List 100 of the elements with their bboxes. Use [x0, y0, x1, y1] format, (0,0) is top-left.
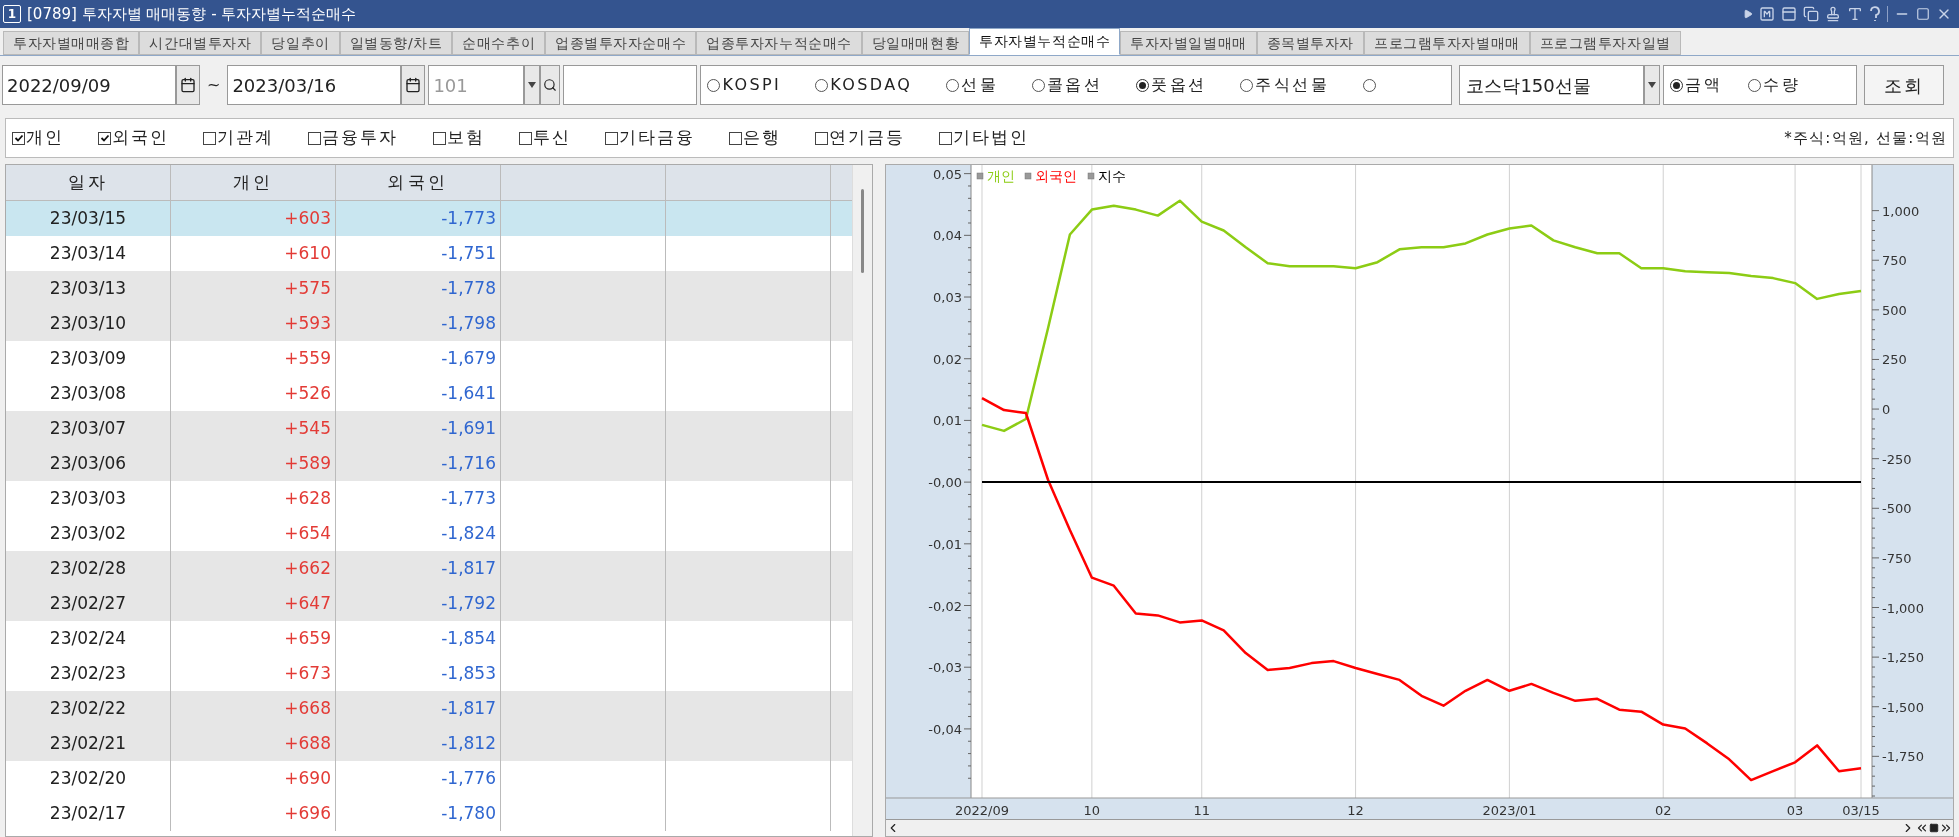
radio-button[interactable]: [1748, 78, 1762, 92]
axis-label: 0,01: [933, 413, 962, 429]
radio-button[interactable]: [946, 78, 960, 92]
checkbox-label[interactable]: 외국인: [112, 125, 170, 151]
radio-label[interactable]: KOSDAQ: [830, 73, 913, 97]
dropdown-button[interactable]: [524, 65, 541, 105]
tab[interactable]: 프로그램투자자일별: [1529, 31, 1681, 55]
calendar-icon[interactable]: [405, 77, 422, 93]
radio-label[interactable]: 선물: [961, 73, 999, 97]
copy-icon[interactable]: [1803, 6, 1819, 22]
radio-button[interactable]: [1363, 78, 1377, 92]
table-row[interactable]: 23/03/07 +545 -1,691: [6, 411, 852, 446]
fast-forward-icon[interactable]: [1939, 821, 1953, 835]
table-row[interactable]: 23/03/10 +593 -1,798: [6, 306, 852, 341]
caret-icon[interactable]: [1648, 82, 1657, 88]
tab[interactable]: 투자자별매매종합: [3, 31, 140, 55]
rewind-icon[interactable]: [1915, 821, 1929, 835]
dropdown-button[interactable]: [1644, 65, 1661, 105]
table-row[interactable]: 23/03/13 +575 -1,778: [6, 271, 852, 306]
radio-label[interactable]: KOSPI: [722, 73, 782, 97]
table-row[interactable]: 23/03/06 +589 -1,716: [6, 446, 852, 481]
checkbox-label[interactable]: 보험: [446, 125, 485, 151]
checkbox[interactable]: [203, 131, 217, 145]
column-header: 외국인: [336, 165, 501, 200]
play-icon[interactable]: [1743, 9, 1753, 19]
name-field[interactable]: [563, 65, 698, 105]
tab[interactable]: 종목별투자자: [1256, 31, 1365, 55]
calendar-button[interactable]: [176, 65, 200, 105]
table-row[interactable]: 23/02/28 +662 -1,817: [6, 551, 852, 586]
checkbox-label[interactable]: 개인: [26, 125, 65, 151]
checkbox-label[interactable]: 기타금융: [618, 125, 695, 151]
checkbox-label[interactable]: 금융투자: [322, 125, 399, 151]
tab[interactable]: 프로그램투자자별매매: [1364, 31, 1530, 55]
tab[interactable]: 당일추이: [261, 31, 340, 55]
stamp-icon[interactable]: [1825, 6, 1841, 22]
radio-button[interactable]: [1670, 78, 1684, 92]
query-button[interactable]: 조회: [1864, 65, 1945, 105]
checkbox[interactable]: [939, 131, 953, 145]
axis-label: 10: [1083, 803, 1101, 818]
radio-label[interactable]: 금액: [1685, 73, 1723, 97]
checkbox[interactable]: [728, 131, 742, 145]
axis-label: 0: [1882, 402, 1891, 418]
table-row[interactable]: 23/03/15 +603 -1,773: [6, 201, 852, 236]
checkbox[interactable]: [98, 131, 112, 145]
radio-button[interactable]: [1136, 78, 1150, 92]
help-icon[interactable]: [1869, 6, 1881, 22]
axis-label: 03: [1786, 803, 1804, 818]
checkbox[interactable]: [518, 131, 532, 145]
axis-label: 12: [1347, 803, 1364, 818]
checkbox[interactable]: [432, 131, 446, 145]
radio-button[interactable]: [815, 78, 829, 92]
tab[interactable]: 순매수추이: [452, 31, 546, 55]
checkbox-label[interactable]: 기타법인: [953, 125, 1030, 151]
search-icon[interactable]: [543, 78, 558, 92]
axis-label: -0,01: [928, 536, 962, 552]
radio-button[interactable]: [1240, 78, 1254, 92]
axis-label: 250: [1882, 352, 1907, 368]
radio-label[interactable]: 콜옵션: [1047, 73, 1103, 97]
axis-label: 1,000: [1882, 203, 1920, 219]
maximize-icon[interactable]: [1916, 7, 1930, 21]
stop-icon[interactable]: [1929, 823, 1939, 833]
checkbox-label[interactable]: 투신: [532, 125, 571, 151]
checkbox-label[interactable]: 은행: [742, 125, 781, 151]
product-select[interactable]: 코스닥150선물: [1459, 65, 1645, 105]
table-row[interactable]: 23/02/21 +688 -1,812: [6, 726, 852, 761]
horizontal-scrollbar[interactable]: [886, 819, 1953, 836]
table-cell: -1,780: [336, 796, 501, 831]
panel-icon[interactable]: [1781, 6, 1797, 22]
checkbox[interactable]: [814, 131, 828, 145]
calendar-icon[interactable]: [180, 77, 196, 93]
tab[interactable]: 투자자별일별매매: [1120, 31, 1257, 55]
end-date-field[interactable]: 2023/03/16: [227, 65, 402, 105]
tab[interactable]: 투자자별누적순매수: [969, 28, 1121, 55]
tab[interactable]: 일별동향/차트: [339, 31, 453, 55]
checkbox-label[interactable]: 연기금등: [828, 125, 906, 151]
window-title: [0789] 투자자별 매매동향 - 투자자별누적순매수: [27, 3, 357, 25]
font-icon[interactable]: [1847, 6, 1863, 22]
tab[interactable]: 당일매매현황: [861, 31, 970, 55]
axis-label: -750: [1882, 550, 1912, 566]
tab[interactable]: 시간대별투자자: [139, 31, 262, 55]
radio-button[interactable]: [707, 78, 721, 92]
memo-icon[interactable]: [1759, 6, 1775, 22]
search-button[interactable]: [540, 65, 561, 105]
checkbox[interactable]: [604, 131, 618, 145]
table-row[interactable]: 23/02/22 +668 -1,817: [6, 691, 852, 726]
tab[interactable]: 업종투자자누적순매수: [696, 31, 862, 55]
table-row[interactable]: 23/02/27 +647 -1,792: [6, 586, 852, 621]
checkbox-label[interactable]: 기관계: [217, 125, 275, 151]
checkbox[interactable]: [308, 131, 322, 145]
checkbox[interactable]: [12, 131, 25, 145]
axis-label: 0,04: [933, 228, 962, 244]
check-icon: [13, 133, 24, 143]
radio-label[interactable]: 수량: [1763, 73, 1801, 97]
radio-label[interactable]: 주식선물: [1255, 73, 1330, 97]
radio-button[interactable]: [1032, 78, 1046, 92]
start-date-field[interactable]: 2022/09/09: [2, 65, 176, 105]
tab[interactable]: 업종별투자자순매수: [545, 31, 697, 55]
caret-icon[interactable]: [528, 82, 537, 88]
calendar-button[interactable]: [401, 65, 426, 105]
radio-label[interactable]: 풋옵션: [1151, 73, 1207, 97]
